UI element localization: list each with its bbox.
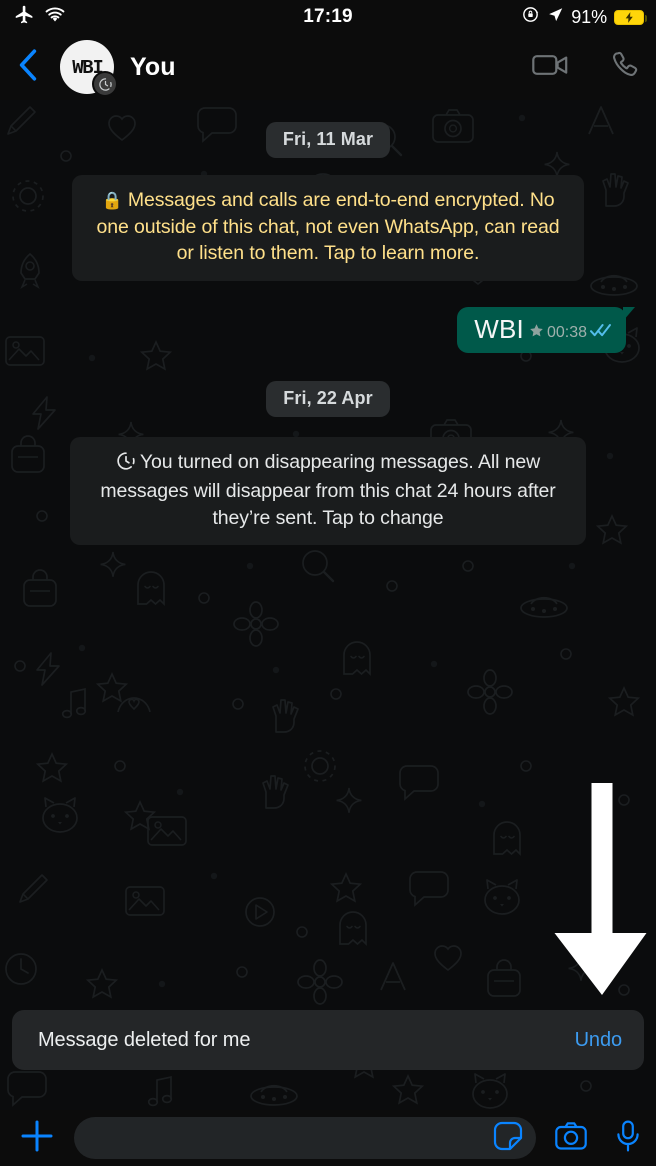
back-button[interactable] [0, 34, 56, 100]
date-separator-label: Fri, 11 Mar [265, 122, 391, 158]
status-bar-right: 91% [521, 5, 647, 29]
message-bubble-outgoing[interactable]: WBI 00:38 [457, 306, 635, 353]
undo-button[interactable]: Undo [575, 1029, 623, 1052]
message-input[interactable] [74, 1117, 536, 1159]
video-call-icon[interactable] [532, 52, 570, 83]
toast-message-label: Message deleted for me [38, 1028, 251, 1051]
encryption-notice-text: Messages and calls are end-to-end encryp… [96, 189, 560, 265]
disappearing-messages-timer-icon [116, 451, 136, 479]
message-composer [0, 1110, 656, 1166]
chat-title[interactable]: You [130, 53, 176, 82]
rotation-lock-icon [521, 5, 540, 29]
plus-attach-icon [20, 1119, 54, 1158]
message-text: WBI [474, 313, 524, 344]
status-bar: 17:19 91% [0, 0, 656, 34]
battery-percent-label: 91% [571, 6, 607, 27]
camera-icon [555, 1121, 587, 1155]
lock-icon: 🔒 [101, 191, 123, 210]
attach-button[interactable] [0, 1119, 74, 1158]
header-actions [532, 50, 640, 85]
sticker-icon[interactable] [493, 1121, 523, 1156]
disappearing-messages-text: You turned on disappearing messages. All… [100, 450, 556, 529]
voice-call-icon[interactable] [610, 50, 640, 85]
deleted-message-toast: Message deleted for me Undo [12, 1010, 644, 1070]
chat-header: WBI You [0, 34, 656, 100]
date-separator: Fri, 11 Mar [12, 122, 644, 158]
disappearing-messages-timer-icon [92, 71, 118, 97]
voice-record-button[interactable] [600, 1120, 656, 1157]
star-icon [529, 323, 544, 343]
date-separator: Fri, 22 Apr [12, 380, 644, 417]
double-check-read-icon [590, 323, 612, 343]
message-timestamp: 00:38 [546, 323, 587, 341]
location-arrow-icon [547, 6, 564, 28]
battery-charging-icon [614, 9, 647, 25]
back-chevron-icon [15, 48, 41, 87]
date-separator-label: Fri, 22 Apr [266, 380, 390, 417]
message-row-outgoing: WBI 00:38 [12, 306, 644, 353]
microphone-icon [615, 1120, 641, 1157]
encryption-notice[interactable]: 🔒 Messages and calls are end-to-end encr… [72, 175, 584, 281]
camera-button[interactable] [542, 1121, 600, 1155]
message-meta: 00:38 [529, 323, 612, 343]
avatar[interactable]: WBI [60, 40, 118, 97]
disappearing-messages-notice[interactable]: You turned on disappearing messages. All… [70, 436, 586, 546]
down-arrow-annotation-icon [545, 783, 656, 1002]
